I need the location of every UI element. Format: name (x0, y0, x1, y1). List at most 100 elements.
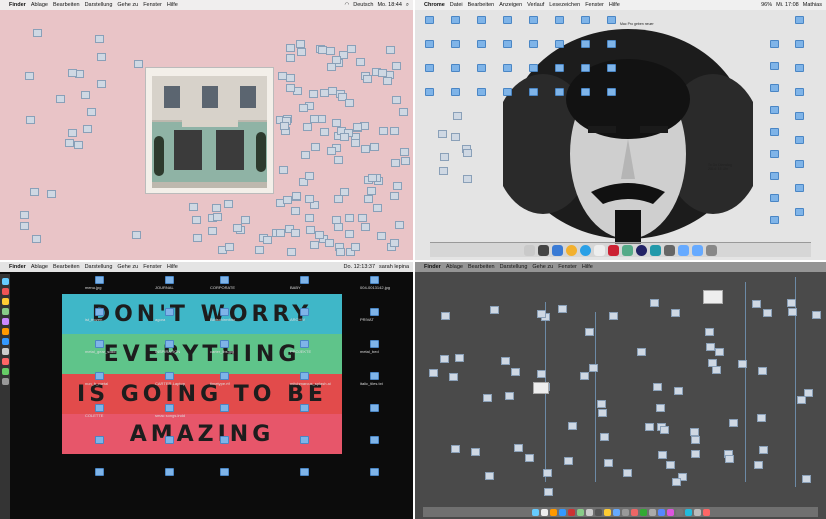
desktop-file-icon[interactable] (477, 88, 486, 96)
dock-app-icon[interactable] (639, 508, 647, 516)
desktop-file-icon[interactable] (300, 340, 309, 348)
desktop-file-icon[interactable] (286, 74, 296, 83)
desktop-file-icon[interactable] (529, 40, 538, 48)
desktop-file-icon[interactable] (636, 348, 646, 357)
desktop-file-icon[interactable] (658, 451, 668, 460)
desktop-file-icon[interactable] (543, 469, 553, 478)
desktop-file-icon[interactable] (362, 75, 372, 84)
folder-icon[interactable] (692, 244, 703, 256)
app-icon[interactable] (1, 348, 9, 355)
desktop-file-icon[interactable] (477, 64, 486, 72)
desktop-file-icon[interactable] (95, 308, 104, 316)
desktop-file-icon[interactable] (689, 428, 699, 437)
desktop-file-icon[interactable] (95, 34, 105, 43)
desktop-file-icon[interactable] (241, 216, 251, 225)
desktop-file-icon[interactable] (581, 64, 590, 72)
desktop-file-icon[interactable] (20, 211, 30, 220)
desktop-file-icon[interactable] (165, 372, 174, 380)
desktop-file-icon[interactable] (440, 355, 450, 364)
desktop-file-icon[interactable] (564, 457, 574, 466)
desktop-file-icon[interactable] (370, 143, 380, 152)
desktop-file-icon[interactable] (347, 45, 357, 54)
desktop-file-icon[interactable] (134, 59, 144, 68)
desktop-file-icon[interactable] (300, 308, 309, 316)
music-icon[interactable] (608, 244, 619, 256)
menu-item[interactable]: Hilfe (167, 262, 178, 272)
menu-item[interactable]: Darstellung (85, 0, 113, 10)
desktop-file-icon[interactable] (503, 64, 512, 72)
desktop-file-icon[interactable] (366, 186, 376, 195)
chrome-icon[interactable] (566, 244, 577, 256)
desktop-file-icon[interactable] (165, 436, 174, 444)
desktop-file-icon[interactable] (399, 108, 409, 117)
menu-item[interactable]: Ablage (31, 262, 48, 272)
menu-item[interactable]: Verlauf (527, 0, 544, 10)
desktop-file-icon[interactable] (192, 216, 202, 225)
desktop-file-icon[interactable] (655, 404, 665, 413)
trash-icon[interactable] (706, 244, 717, 256)
desktop-file-icon[interactable] (262, 235, 272, 244)
desktop-file-icon[interactable] (795, 160, 804, 168)
desktop-file-icon[interactable] (581, 16, 590, 24)
menu-item[interactable]: Fenster (558, 262, 577, 272)
desktop-file-icon[interactable] (220, 404, 229, 412)
desktop-file-icon[interactable] (705, 342, 715, 351)
desktop-file-icon[interactable] (327, 86, 337, 95)
desktop-file-icon[interactable] (385, 46, 395, 55)
desktop-file-icon[interactable] (132, 231, 142, 240)
dock-app-icon[interactable] (612, 508, 620, 516)
desktop-file-icon[interactable] (325, 46, 335, 55)
app-icon[interactable] (1, 358, 9, 365)
desktop-file-icon[interactable] (370, 276, 379, 284)
desktop-file-icon[interactable] (220, 276, 229, 284)
desktop-file-icon[interactable] (286, 84, 296, 93)
desktop-file-icon[interactable] (758, 366, 768, 375)
dock-app-icon[interactable] (684, 508, 692, 516)
desktop-file-icon[interactable] (537, 309, 547, 318)
desktop-file-icon[interactable] (674, 386, 684, 395)
menu-item[interactable]: Gehe zu (117, 262, 138, 272)
desktop-file-icon[interactable] (704, 327, 714, 336)
app-icon[interactable] (1, 338, 9, 345)
desktop-file-icon[interactable] (300, 404, 309, 412)
app-menu-finder[interactable]: Finder (9, 0, 26, 10)
desktop-file-icon[interactable] (604, 459, 614, 468)
desktop-file-icon[interactable] (503, 88, 512, 96)
desktop-file-icon[interactable] (351, 138, 361, 147)
menu-item[interactable]: Hilfe (582, 262, 593, 272)
desktop-file-icon[interactable] (463, 148, 473, 157)
desktop-file-icon[interactable] (213, 213, 223, 222)
todo-note-label[interactable]: To Do Dienstag 2014: 15 Uhr (708, 163, 738, 171)
desktop-file-icon[interactable] (300, 436, 309, 444)
desktop-file-icon[interactable] (356, 58, 366, 67)
wifi-icon[interactable]: ◠ (344, 0, 349, 10)
menu-item[interactable]: Gehe zu (532, 262, 553, 272)
desktop-file-icon[interactable] (795, 64, 804, 72)
desktop-file-icon[interactable] (401, 156, 411, 165)
desktop-file-icon[interactable] (529, 64, 538, 72)
desktop-file-icon[interactable] (55, 95, 65, 103)
desktop-file-icon[interactable] (165, 404, 174, 412)
desktop-file-icon[interactable] (364, 194, 374, 203)
desktop-file-icon[interactable] (304, 214, 314, 223)
finder-icon[interactable] (1, 278, 9, 285)
desktop-file-icon[interactable] (300, 276, 309, 284)
user-name[interactable]: Mathias (803, 0, 822, 10)
dock-app-icon[interactable] (549, 508, 557, 516)
desktop-file-icon[interactable] (558, 305, 568, 314)
dock-app-icon[interactable] (648, 508, 656, 516)
desktop-file-icon[interactable] (596, 400, 606, 409)
desktop-file-icon[interactable] (319, 88, 329, 97)
desktop-file-icon[interactable] (440, 153, 450, 162)
desktop-file-icon[interactable] (770, 84, 779, 92)
menu-item[interactable]: Anzeigen (499, 0, 522, 10)
menu-item[interactable]: Bearbeiten (468, 262, 495, 272)
desktop-file-icon[interactable] (95, 372, 104, 380)
network-icon[interactable] (650, 244, 661, 256)
desktop-file-icon[interactable] (451, 64, 460, 72)
dock-app-icon[interactable] (630, 508, 638, 516)
desktop-file-icon[interactable] (607, 40, 616, 48)
desktop-file-icon[interactable] (344, 214, 354, 223)
desktop-file-icon[interactable] (500, 357, 510, 366)
clock[interactable]: Mi. 17:08 (776, 0, 799, 10)
